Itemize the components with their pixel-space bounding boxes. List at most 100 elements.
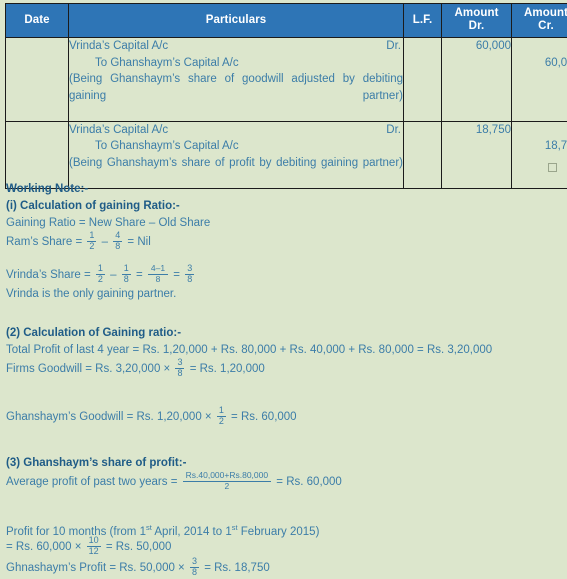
amount-cr-value: 18,750 [512,138,567,155]
ram-share-label: Ram’s Share = [6,236,82,248]
ram-fraction-2: 4 8 [113,231,122,251]
v-f4-numerator: 3 [185,264,194,274]
amount-cr-sublabel: Cr. [538,20,554,32]
ram-share-result: = Nil [127,236,150,248]
journal-table-container: Date Particulars L.F. Amount Dr. Amount … [5,3,557,189]
vrinda-minus-sign: – [110,269,116,281]
profit-calc-numerator: 10 [87,536,101,546]
total-profit-line: Total Profit of last 4 year = Rs. 1,20,0… [6,342,562,359]
vrinda-fraction-3: 4–1 8 [148,264,168,284]
amount-dr-value: 60,000 [442,38,511,55]
spacer [6,443,562,455]
vrinda-fraction-1: 1 2 [96,264,105,284]
table-header: Date Particulars L.F. Amount Dr. Amount … [6,4,567,38]
spacer [6,318,562,325]
column-header-lf: L.F. [404,4,442,38]
journal-entry-table: Date Particulars L.F. Amount Dr. Amount … [5,3,567,189]
table-header-row: Date Particulars L.F. Amount Dr. Amount … [6,4,567,38]
spacer [6,508,562,520]
ram-f2-denominator: 8 [113,241,122,252]
table-row: Vrinda’s Capital A/c Dr. To Ghanshaym’s … [6,121,567,188]
ghanshaym-profit-line: Ghnashaym’s Profit = Rs. 50,000 × 3 8 = … [6,558,562,579]
table-body: Vrinda’s Capital A/c Dr. To Ghanshaym’s … [6,38,567,189]
ghanshaym-profit-result: = Rs. 18,750 [204,562,270,574]
debit-account-name: Vrinda’s Capital A/c [69,40,168,52]
column-header-particulars: Particulars [69,4,404,38]
profit-calc-result: = Rs. 50,000 [106,541,172,553]
narration-line: (Being Ghanshaym’s share of goodwill adj… [69,71,403,121]
ghanshaym-goodwill-line: Ghanshaym’s Goodwill = Rs. 1,20,000 × 1 … [6,407,562,428]
ghanshaym-goodwill-numerator: 1 [217,406,226,416]
v-f4-denominator: 8 [185,274,194,285]
firms-goodwill-fraction: 3 8 [175,358,184,378]
profit-calc-prefix: = Rs. 60,000 × [6,541,81,553]
cell-amount-dr: 60,000 [442,38,512,122]
v-f1-denominator: 2 [96,274,105,285]
v-f1-numerator: 1 [96,264,105,274]
working-note-title: Working Note:- [6,181,562,198]
firms-goodwill-denominator: 8 [175,368,184,379]
ram-f2-numerator: 4 [113,231,122,241]
firms-goodwill-line: Firms Goodwill = Rs. 3,20,000 × 3 8 = Rs… [6,359,562,380]
average-profit-prefix: Average profit of past two years = [6,476,177,488]
narration-text: (Being Ghanshaym’s share of goodwill adj… [69,71,403,121]
ram-f1-numerator: 1 [87,231,96,241]
firms-goodwill-result: = Rs. 1,20,000 [190,363,265,375]
section-2-heading: (2) Calculation of Gaining ratio:- [6,325,562,342]
debit-account-name: Vrinda’s Capital A/c [69,124,168,136]
ghanshaym-profit-prefix: Ghnashaym’s Profit = Rs. 50,000 × [6,562,185,574]
ghanshaym-goodwill-fraction: 1 2 [217,406,226,426]
v-f2-denominator: 8 [122,274,131,285]
profit-calculation-line: = Rs. 60,000 × 10 12 = Rs. 50,000 [6,537,562,558]
vrinda-equals-2: = [173,269,180,281]
ghanshaym-profit-numerator: 3 [190,557,199,567]
vrinda-fraction-4: 3 8 [185,264,194,284]
ghanshaym-goodwill-denominator: 2 [217,416,226,427]
amount-dr-value: 18,750 [442,122,511,139]
spacer [6,303,562,318]
credit-account-line: To Ghanshaym’s Capital A/c [69,138,403,155]
spacer [6,493,562,508]
ghanshaym-profit-fraction: 3 8 [190,557,199,577]
gaining-partner-conclusion: Vrinda is the only gaining partner. [6,286,562,303]
cell-amount-cr: 18,750 [512,121,567,188]
debit-account-line: Vrinda’s Capital A/c Dr. [69,38,403,55]
ram-share-line: Ram’s Share = 1 2 – 4 8 = Nil [6,232,562,253]
column-header-amount-cr: Amount Cr. [512,4,567,38]
average-profit-result: = Rs. 60,000 [276,476,342,488]
working-notes-section: Working Note:- (i) Calculation of gainin… [6,181,562,579]
spacer [6,380,562,395]
ram-f1-denominator: 2 [87,241,96,252]
amount-cr-value: 60,000 [512,55,567,72]
average-profit-fraction: Rs.40,000+Rs.80,000 2 [183,471,271,491]
column-header-amount-dr: Amount Dr. [442,4,512,38]
dr-tag: Dr. [386,38,401,55]
vrinda-fraction-2: 1 8 [122,264,131,284]
table-resize-handle[interactable] [548,163,557,172]
amount-dr-sublabel: Dr. [469,20,485,32]
section-3-heading: (3) Ghanshaym’s share of profit:- [6,455,562,472]
cell-date [6,121,69,188]
v-f3-denominator: 8 [148,274,168,285]
vrinda-share-line: Vrinda’s Share = 1 2 – 1 8 = 4–1 8 = 3 8 [6,265,562,286]
table-row: Vrinda’s Capital A/c Dr. To Ghanshaym’s … [6,38,567,122]
average-profit-denominator: 2 [183,481,271,492]
debit-account-line: Vrinda’s Capital A/c Dr. [69,122,403,139]
profit-calc-fraction: 10 12 [87,536,101,556]
cell-lf [404,121,442,188]
cell-particulars: Vrinda’s Capital A/c Dr. To Ghanshaym’s … [69,121,404,188]
firms-goodwill-numerator: 3 [175,358,184,368]
cell-lf [404,38,442,122]
amount-dr-label: Amount [454,7,498,19]
profit-calc-denominator: 12 [87,546,101,557]
ghanshaym-profit-denominator: 8 [190,567,199,578]
column-header-date: Date [6,4,69,38]
ram-fraction-1: 1 2 [87,231,96,251]
average-profit-numerator: Rs.40,000+Rs.80,000 [183,471,271,481]
spacer [6,428,562,443]
dr-tag: Dr. [386,122,401,139]
spacer [6,253,562,265]
amount-cr-label: Amount [524,7,567,19]
spacer [6,395,562,407]
section-1-heading: (i) Calculation of gaining Ratio:- [6,198,562,215]
